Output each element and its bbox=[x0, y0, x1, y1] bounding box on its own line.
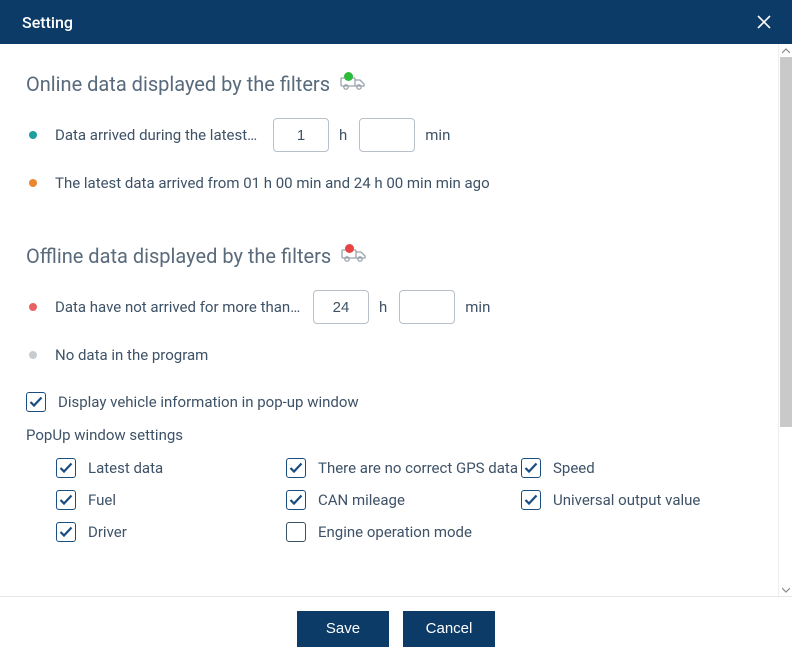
offline-nodata-row: No data in the program bbox=[26, 346, 752, 364]
offline-hours-input[interactable] bbox=[313, 290, 369, 324]
offline-section-header: Offline data displayed by the filters bbox=[26, 244, 752, 268]
checkbox-label: Universal output value bbox=[553, 491, 700, 509]
popup-settings-heading: PopUp window settings bbox=[26, 426, 752, 444]
offline-heading: Offline data displayed by the filters bbox=[26, 244, 331, 268]
check-icon bbox=[59, 494, 73, 506]
checkbox-box bbox=[286, 522, 306, 542]
vertical-scrollbar[interactable] bbox=[778, 44, 792, 596]
truck-online-icon bbox=[340, 75, 366, 93]
online-range-row: The latest data arrived from 01 h 00 min… bbox=[26, 174, 752, 192]
popup-checkbox-1[interactable]: There are no correct GPS data bbox=[286, 458, 521, 478]
check-icon bbox=[524, 462, 538, 474]
checkbox-label: Latest data bbox=[88, 459, 163, 477]
bullet-orange bbox=[29, 179, 37, 187]
online-latest-label: Data arrived during the latest bbox=[55, 126, 263, 144]
online-hours-input[interactable] bbox=[273, 118, 329, 152]
offline-min-input[interactable] bbox=[399, 290, 455, 324]
popup-check-grid: Latest data There are no correct GPS data… bbox=[56, 458, 752, 542]
check-icon bbox=[59, 462, 73, 474]
close-icon bbox=[757, 15, 771, 29]
online-section-header: Online data displayed by the filters bbox=[26, 72, 752, 96]
popup-checkbox-6[interactable]: Driver bbox=[56, 522, 286, 542]
checkbox-label: Speed bbox=[553, 459, 595, 477]
popup-checkbox-3[interactable]: Fuel bbox=[56, 490, 286, 510]
scroll-up-arrow[interactable] bbox=[779, 44, 792, 57]
checkbox-label: Fuel bbox=[88, 491, 116, 509]
unit-h: h bbox=[339, 126, 347, 144]
bullet-red bbox=[29, 303, 37, 311]
popup-checkbox-7[interactable]: Engine operation mode bbox=[286, 522, 521, 542]
checkbox-box bbox=[521, 490, 541, 510]
settings-dialog: Setting Online data displayed by the fil… bbox=[0, 0, 792, 660]
display-popup-checkbox[interactable]: Display vehicle information in pop-up wi… bbox=[26, 392, 359, 412]
truck-offline-icon bbox=[341, 247, 367, 265]
checkbox-box bbox=[26, 392, 46, 412]
scroll-down-arrow[interactable] bbox=[779, 583, 792, 596]
dialog-footer: Save Cancel bbox=[0, 596, 792, 660]
online-range-text: The latest data arrived from 01 h 00 min… bbox=[55, 174, 490, 192]
online-heading: Online data displayed by the filters bbox=[26, 72, 330, 96]
checkbox-box bbox=[521, 458, 541, 478]
status-dot-green bbox=[344, 72, 353, 81]
save-button[interactable]: Save bbox=[297, 611, 389, 647]
checkbox-label: Engine operation mode bbox=[318, 523, 472, 541]
popup-checkbox-2[interactable]: Speed bbox=[521, 458, 731, 478]
chevron-up-icon bbox=[782, 48, 790, 54]
checkbox-box bbox=[56, 522, 76, 542]
display-popup-label: Display vehicle information in pop-up wi… bbox=[58, 393, 359, 411]
chevron-down-icon bbox=[782, 587, 790, 593]
offline-threshold-row: Data have not arrived for more than h mi… bbox=[26, 290, 752, 324]
content-area: Online data displayed by the filters Dat… bbox=[0, 44, 778, 596]
unit-h: h bbox=[379, 298, 387, 316]
close-button[interactable] bbox=[754, 12, 774, 32]
unit-min: min bbox=[425, 126, 450, 144]
online-latest-row: Data arrived during the latest h min bbox=[26, 118, 752, 152]
check-icon bbox=[289, 462, 303, 474]
checkbox-label: Driver bbox=[88, 523, 127, 541]
check-icon bbox=[289, 494, 303, 506]
checkbox-box bbox=[286, 458, 306, 478]
popup-checkbox-4[interactable]: CAN mileage bbox=[286, 490, 521, 510]
dialog-title: Setting bbox=[22, 13, 73, 32]
offline-nodata-text: No data in the program bbox=[55, 346, 208, 364]
offline-threshold-label: Data have not arrived for more than bbox=[55, 298, 303, 316]
popup-checkbox-5[interactable]: Universal output value bbox=[521, 490, 731, 510]
titlebar: Setting bbox=[0, 0, 792, 44]
checkbox-label: There are no correct GPS data bbox=[318, 459, 518, 477]
cancel-button[interactable]: Cancel bbox=[403, 611, 495, 647]
check-icon bbox=[59, 526, 73, 538]
scroll-thumb[interactable] bbox=[780, 57, 792, 427]
checkbox-box bbox=[286, 490, 306, 510]
bullet-grey bbox=[29, 351, 37, 359]
dialog-body: Online data displayed by the filters Dat… bbox=[0, 44, 792, 596]
unit-min: min bbox=[465, 298, 490, 316]
checkbox-box bbox=[56, 490, 76, 510]
online-min-input[interactable] bbox=[359, 118, 415, 152]
checkbox-label: CAN mileage bbox=[318, 491, 405, 509]
scroll-track[interactable] bbox=[780, 57, 792, 583]
check-icon bbox=[524, 494, 538, 506]
bullet-teal bbox=[29, 131, 37, 139]
popup-checkbox-0[interactable]: Latest data bbox=[56, 458, 286, 478]
checkbox-box bbox=[56, 458, 76, 478]
check-icon bbox=[29, 396, 43, 408]
